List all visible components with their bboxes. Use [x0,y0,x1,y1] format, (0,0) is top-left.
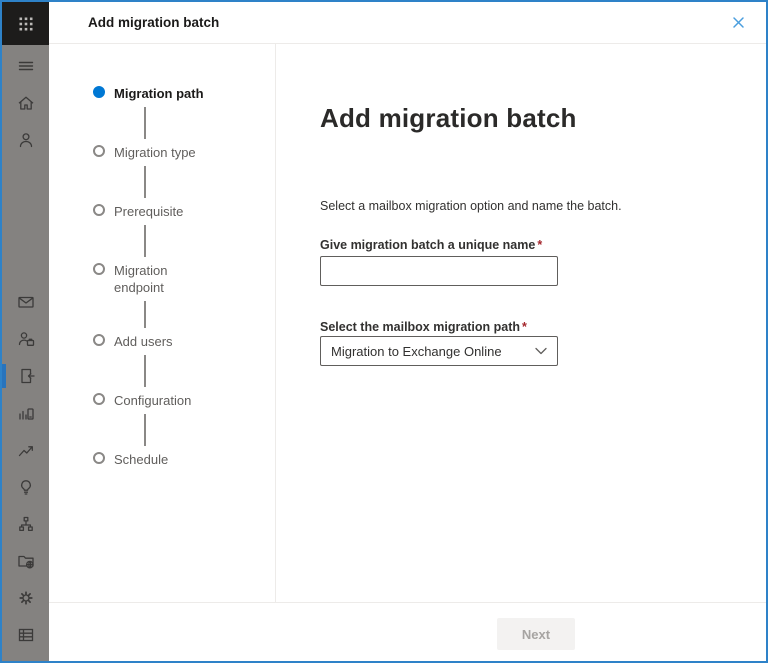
step-label: Migration path [114,86,204,101]
step-connector [144,107,146,139]
step-dot [93,392,105,405]
step-schedule: Schedule [93,451,275,468]
step-label: Prerequisite [114,204,184,219]
step-migration-type: Migration type [93,144,275,161]
add-migration-batch-dialog: Add migration batch Migration path Migra… [0,0,768,663]
step-connector [144,166,146,198]
app-launcher-button[interactable] [2,2,49,45]
home-icon [18,96,33,110]
mobile-icon [18,408,34,420]
nav-users[interactable] [16,130,36,150]
app-left-rail [2,2,49,661]
dialog-panel: Add migration batch Migration path Migra… [49,2,766,661]
chevron-down-icon [535,347,547,355]
nav-settings[interactable] [16,588,36,608]
selected-nav-indicator [2,364,6,388]
dropdown-selected-value: Migration to Exchange Online [331,343,502,359]
next-button[interactable]: Next [497,618,575,650]
step-connector [144,355,146,387]
step-configuration: Configuration [93,392,275,409]
nav-reports[interactable] [16,440,36,460]
nav-recipients[interactable] [16,329,36,349]
nav-organization[interactable] [16,514,36,534]
dialog-body: Migration path Migration type Prerequisi… [49,44,766,602]
step-label: Schedule [114,452,169,467]
step-dot [93,203,105,216]
dialog-footer: Next [49,602,766,661]
settings-icon [18,591,33,605]
step-label: Migration type [114,145,196,160]
step-dot [93,451,105,464]
nav-home[interactable] [16,93,36,113]
main-content: Add migration batch Select a mailbox mig… [276,44,766,602]
step-label: Migration endpoint [114,263,168,295]
step-connector [144,414,146,446]
step-migration-path: Migration path [93,85,275,102]
insights-icon [20,480,31,495]
step-migration-endpoint: Migration endpoint [93,262,275,296]
page-title: Add migration batch [320,103,577,133]
person-icon [19,133,32,148]
required-asterisk: * [522,320,527,334]
org-icon [18,516,33,532]
table-icon [18,628,33,642]
step-connector [144,301,146,328]
waffle-icon [19,17,32,30]
public-folders-icon [17,555,34,569]
reports-icon [18,446,33,457]
step-add-users: Add users [93,333,275,350]
step-connector [144,225,146,257]
step-dot-active [93,85,105,98]
close-button[interactable] [726,11,750,35]
page-description: Select a mailbox migration option and na… [320,199,622,213]
dialog-header: Add migration batch [49,2,766,44]
step-label: Add users [114,334,173,349]
step-dot [93,333,105,346]
mail-icon [17,296,34,308]
nav-mobile[interactable] [16,403,36,423]
step-prerequisite: Prerequisite [93,203,275,220]
nav-menu[interactable] [16,56,36,76]
step-dot [93,262,105,275]
step-label: Configuration [114,393,192,408]
migration-icon [20,368,35,384]
nav-mail[interactable] [16,292,36,312]
close-icon [732,17,744,28]
migration-path-label: Select the mailbox migration path * [320,320,527,334]
migration-path-dropdown[interactable]: Migration to Exchange Online [320,336,558,366]
required-asterisk: * [537,238,543,252]
nav-migration[interactable] [2,364,36,388]
menu-icon [18,61,33,71]
batch-name-label: Give migration batch a unique name * [320,238,543,252]
nav-public-folders[interactable] [16,551,36,571]
wizard-steps: Migration path Migration type Prerequisi… [49,44,276,602]
nav-insights[interactable] [16,477,36,497]
dialog-header-title: Add migration batch [88,15,220,30]
recipients-icon [18,332,34,346]
step-dot [93,144,105,157]
nav-other[interactable] [16,625,36,645]
batch-name-input[interactable] [320,256,558,286]
